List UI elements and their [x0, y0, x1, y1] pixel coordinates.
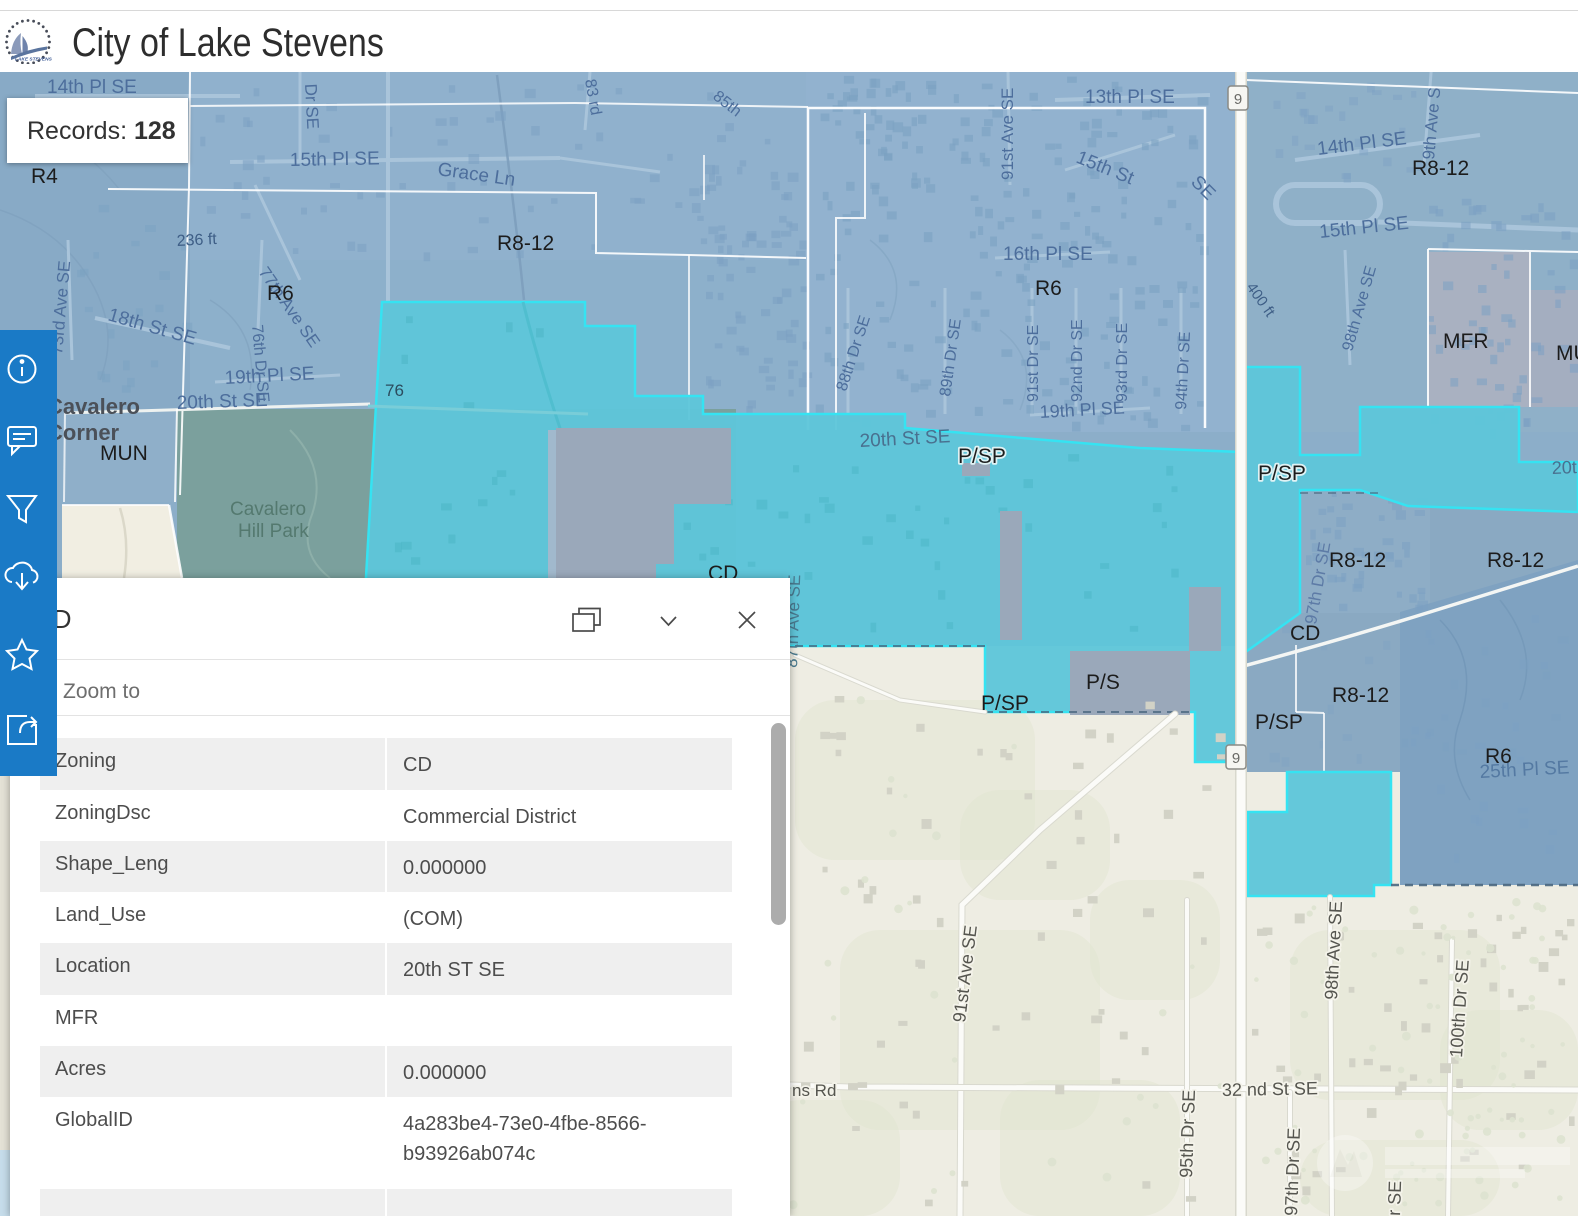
- svg-text:P/SP: P/SP: [958, 445, 1006, 468]
- svg-text:MUN: MUN: [100, 442, 148, 465]
- svg-text:R8-12: R8-12: [1412, 157, 1469, 180]
- svg-text:9: 9: [1234, 91, 1242, 108]
- svg-text:13th Pl SE: 13th Pl SE: [1085, 87, 1175, 108]
- svg-text:R4: R4: [31, 165, 58, 188]
- svg-text:r SE: r SE: [1384, 1180, 1405, 1216]
- svg-text:9: 9: [1232, 750, 1240, 767]
- svg-text:91st Ave SE: 91st Ave SE: [998, 88, 1017, 180]
- svg-text:Corner: Corner: [47, 420, 120, 445]
- svg-text:Cavalero: Cavalero: [230, 499, 306, 520]
- svg-text:Cavalero: Cavalero: [47, 394, 140, 419]
- svg-text:97th Dr SE: 97th Dr SE: [1281, 1127, 1304, 1216]
- svg-text:R6: R6: [267, 282, 294, 305]
- svg-text:R8-12: R8-12: [1332, 684, 1389, 707]
- svg-text:P/S: P/S: [1086, 671, 1120, 694]
- svg-text:P/SP: P/SP: [981, 692, 1029, 715]
- svg-text:14th Pl SE: 14th Pl SE: [47, 77, 137, 98]
- svg-text:91st Dr SE: 91st Dr SE: [1025, 325, 1042, 402]
- svg-text:95th Dr SE: 95th Dr SE: [1176, 1089, 1199, 1178]
- svg-text:236 ft: 236 ft: [176, 231, 217, 250]
- svg-text:ns Rd: ns Rd: [792, 1081, 836, 1100]
- svg-text:92nd Dr SE: 92nd Dr SE: [1069, 319, 1086, 402]
- svg-text:20th St SE: 20th St SE: [176, 390, 268, 414]
- svg-text:LAKE STEVENS: LAKE STEVENS: [15, 57, 53, 63]
- svg-text:93rd Dr SE: 93rd Dr SE: [1114, 323, 1131, 402]
- svg-text:Hill Park: Hill Park: [238, 521, 309, 542]
- svg-text:R6: R6: [1035, 277, 1062, 300]
- svg-text:R6: R6: [1485, 745, 1512, 768]
- svg-text:P/SP: P/SP: [1258, 462, 1306, 485]
- svg-text:15th Pl SE: 15th Pl SE: [290, 148, 380, 171]
- svg-text:MU: MU: [1556, 342, 1578, 365]
- svg-text:20t: 20t: [1551, 457, 1577, 478]
- svg-text:16th Pl SE: 16th Pl SE: [1003, 244, 1093, 265]
- svg-text:MFR: MFR: [1443, 330, 1489, 353]
- svg-text:R8-12: R8-12: [1329, 549, 1386, 572]
- svg-text:Dr SE: Dr SE: [301, 83, 322, 129]
- svg-text:P/SP: P/SP: [1255, 711, 1303, 734]
- svg-text:R8-12: R8-12: [497, 232, 554, 255]
- svg-text:32 nd St SE: 32 nd St SE: [1222, 1078, 1318, 1100]
- svg-text:CD: CD: [1290, 622, 1320, 645]
- svg-text:R8-12: R8-12: [1487, 549, 1544, 572]
- svg-text:76: 76: [385, 381, 404, 400]
